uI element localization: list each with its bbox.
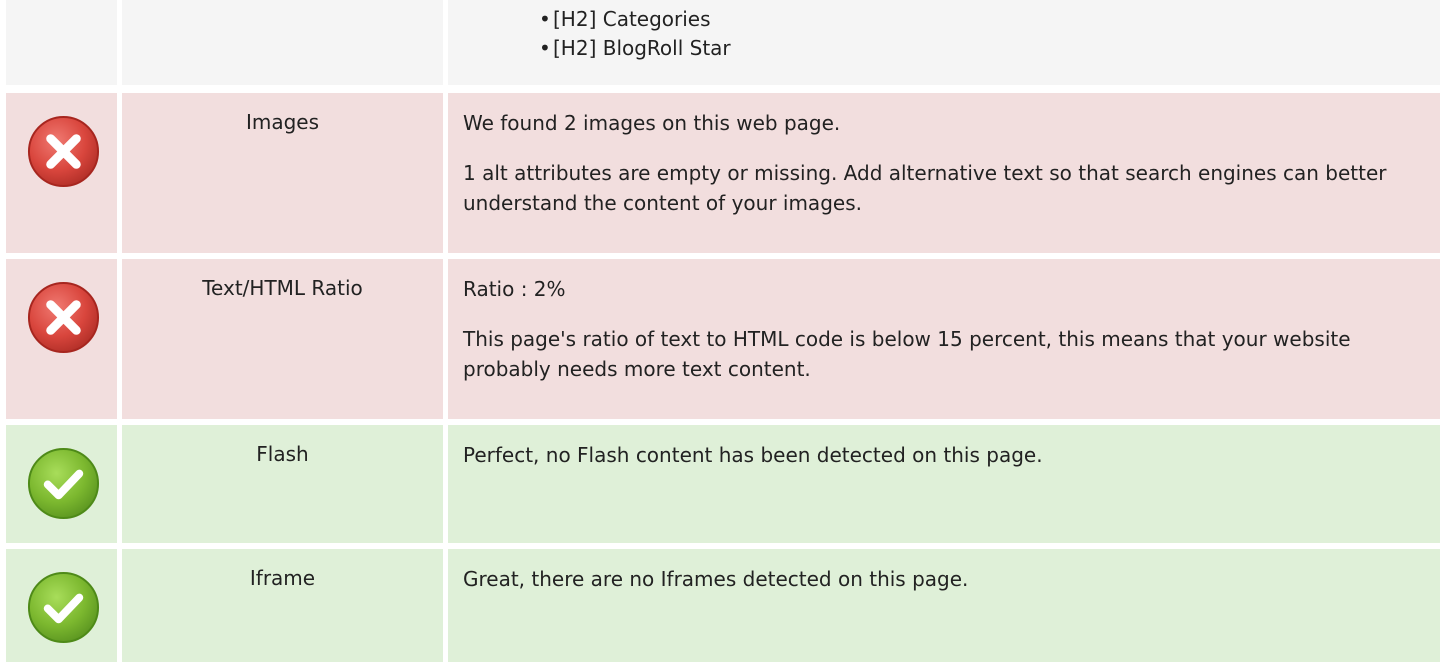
check-summary: We found 2 images on this web page.	[463, 111, 841, 135]
check-desc-cell: Perfect, no Flash content has been detec…	[448, 425, 1440, 543]
check-label-cell: Images	[122, 93, 443, 253]
check-row-iframe: Iframe Great, there are no Iframes detec…	[0, 549, 1446, 662]
headings-icon-cell	[6, 0, 117, 85]
check-summary: Great, there are no Iframes detected on …	[463, 567, 969, 591]
check-label: Text/HTML Ratio	[202, 276, 363, 300]
status-cell	[6, 259, 117, 419]
check-detail: 1 alt attributes are empty or missing. A…	[463, 161, 1387, 215]
check-label: Images	[245, 110, 320, 134]
headings-label-cell	[122, 0, 443, 85]
check-detail: This page's ratio of text to HTML code i…	[463, 327, 1351, 381]
check-label-cell: Text/HTML Ratio	[122, 259, 443, 419]
status-cell	[6, 93, 117, 253]
check-summary: Perfect, no Flash content has been detec…	[463, 443, 1043, 467]
check-label-cell: Iframe	[122, 549, 443, 662]
headings-list-item: [H2] BlogRoll Star	[553, 34, 1430, 63]
check-row-flash: Flash Perfect, no Flash content has been…	[0, 425, 1446, 543]
error-x-icon	[27, 115, 100, 188]
headings-list-item: [H2] Categories	[553, 5, 1430, 34]
headings-row: [H2] Categories [H2] BlogRoll Star	[0, 0, 1446, 85]
success-check-icon	[27, 571, 100, 644]
check-desc-cell: Great, there are no Iframes detected on …	[448, 549, 1440, 662]
headings-desc-cell: [H2] Categories [H2] BlogRoll Star	[448, 0, 1440, 85]
status-cell	[6, 425, 117, 543]
check-label: Iframe	[249, 566, 316, 590]
check-row-text-html-ratio: Text/HTML Ratio Ratio : 2% This page's r…	[0, 259, 1446, 419]
error-x-icon	[27, 281, 100, 354]
check-desc-cell: We found 2 images on this web page. 1 al…	[448, 93, 1440, 253]
check-label-cell: Flash	[122, 425, 443, 543]
check-row-images: Images We found 2 images on this web pag…	[0, 93, 1446, 253]
check-label: Flash	[256, 442, 309, 466]
status-cell	[6, 549, 117, 662]
check-summary: Ratio : 2%	[463, 277, 566, 301]
check-desc-cell: Ratio : 2% This page's ratio of text to …	[448, 259, 1440, 419]
success-check-icon	[27, 447, 100, 520]
headings-list: [H2] Categories [H2] BlogRoll Star	[463, 0, 1430, 63]
